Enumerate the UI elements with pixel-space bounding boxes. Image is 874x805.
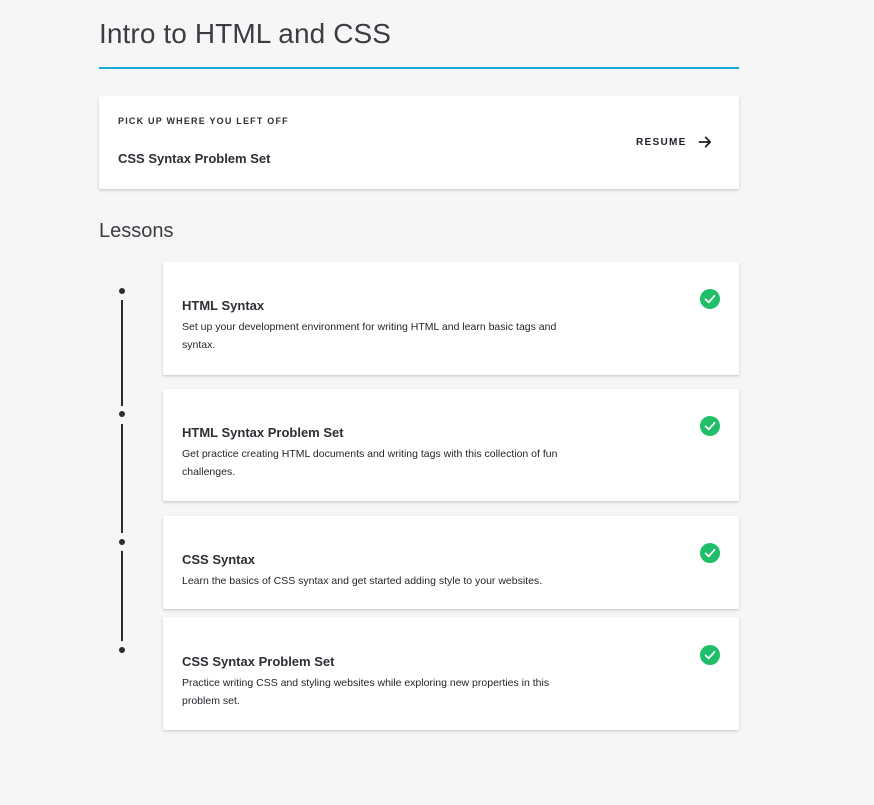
title-underline bbox=[99, 67, 739, 69]
arrow-right-icon bbox=[698, 136, 711, 148]
resume-button[interactable]: RESUME bbox=[636, 135, 712, 149]
timeline-dot bbox=[119, 288, 125, 294]
timeline-segment bbox=[121, 424, 123, 533]
timeline-dot bbox=[119, 647, 125, 653]
lesson-card[interactable]: CSS Syntax Learn the basics of CSS synta… bbox=[163, 516, 739, 609]
lesson-title: CSS Syntax bbox=[182, 552, 255, 567]
check-circle-icon bbox=[700, 645, 720, 665]
lesson-description: Set up your development environment for … bbox=[182, 321, 557, 351]
lesson-description: Practice writing CSS and styling website… bbox=[182, 677, 550, 707]
lesson-description: Get practice creating HTML documents and… bbox=[182, 448, 558, 478]
resume-card: PICK UP WHERE YOU LEFT OFF CSS Syntax Pr… bbox=[99, 96, 739, 189]
check-circle-icon bbox=[700, 543, 720, 563]
check-circle-icon bbox=[700, 289, 720, 309]
timeline-segment bbox=[121, 300, 123, 406]
lessons-heading: Lessons bbox=[99, 220, 174, 242]
lesson-description: Learn the basics of CSS syntax and get s… bbox=[182, 575, 543, 587]
timeline-segment bbox=[121, 551, 123, 641]
resume-lesson-title: CSS Syntax Problem Set bbox=[118, 151, 271, 166]
resume-label: RESUME bbox=[636, 136, 687, 148]
lesson-title: HTML Syntax Problem Set bbox=[182, 425, 344, 440]
resume-eyebrow: PICK UP WHERE YOU LEFT OFF bbox=[118, 116, 289, 126]
lesson-card[interactable]: HTML Syntax Problem Set Get practice cre… bbox=[163, 389, 739, 501]
check-circle-icon bbox=[700, 416, 720, 436]
page-title: Intro to HTML and CSS bbox=[99, 18, 392, 49]
lesson-title: CSS Syntax Problem Set bbox=[182, 654, 335, 669]
timeline-dot bbox=[119, 539, 125, 545]
lesson-card[interactable]: CSS Syntax Problem Set Practice writing … bbox=[163, 617, 739, 730]
lesson-title: HTML Syntax bbox=[182, 298, 265, 313]
timeline-dot bbox=[119, 411, 125, 417]
lesson-card[interactable]: HTML Syntax Set up your development envi… bbox=[163, 262, 739, 375]
